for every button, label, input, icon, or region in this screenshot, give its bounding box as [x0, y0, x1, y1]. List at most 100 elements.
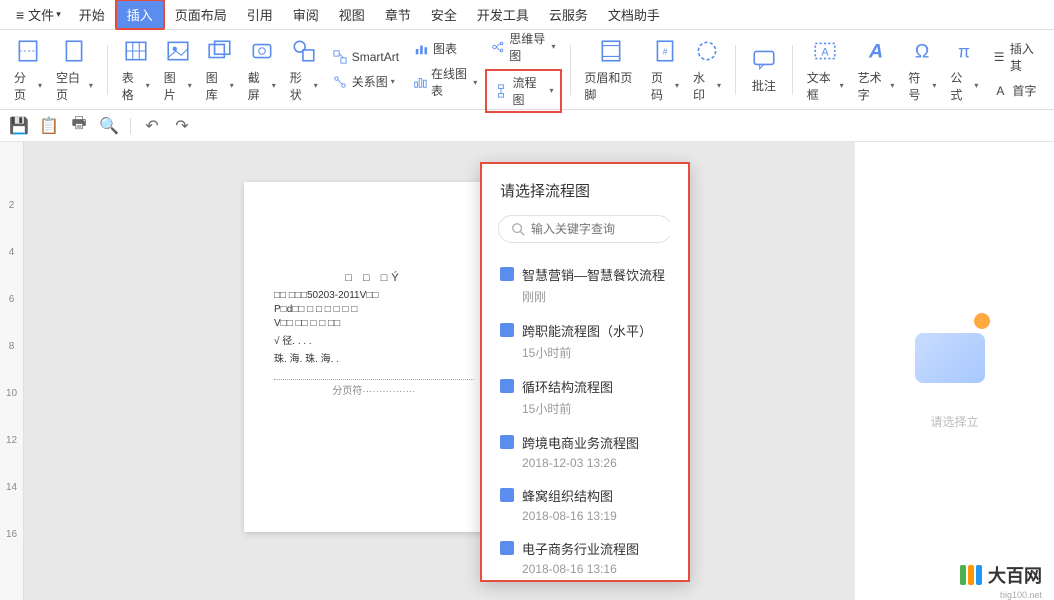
- flowchart-icon: [493, 83, 508, 99]
- header-footer-icon: [597, 37, 625, 65]
- gallery-icon: [206, 37, 234, 65]
- flowchart-item-icon: [500, 379, 514, 393]
- menu-view[interactable]: 视图: [329, 1, 375, 28]
- flowchart-search[interactable]: [498, 215, 672, 243]
- insert-other-icon: ☰: [992, 49, 1005, 65]
- ribbon-mindmap[interactable]: 思维导图: [485, 27, 561, 67]
- doc-line: 珠. 海. 珠. 海. .: [274, 350, 474, 365]
- textbox-icon: A: [811, 37, 839, 65]
- flowchart-item[interactable]: 蜂窝组织结构图2018-08-16 13:19: [482, 478, 688, 531]
- menu-references[interactable]: 引用: [237, 1, 283, 28]
- blank-page-icon: [60, 37, 88, 65]
- ribbon-page-number[interactable]: # 页码: [645, 33, 685, 107]
- doc-line: √ 径. . . .: [274, 332, 474, 347]
- qt-redo-icon[interactable]: ↷: [173, 117, 191, 135]
- flowchart-search-input[interactable]: [531, 222, 686, 236]
- svg-text:A: A: [868, 40, 883, 62]
- ribbon-chart[interactable]: 图表: [407, 37, 483, 60]
- flowchart-item[interactable]: 电子商务行业流程图2018-08-16 13:16: [482, 531, 688, 582]
- ribbon-gallery[interactable]: 图库: [200, 33, 240, 107]
- svg-text:Ω: Ω: [915, 40, 930, 62]
- ribbon-flowchart[interactable]: 流程图: [485, 69, 561, 113]
- ribbon-comment[interactable]: 批注: [744, 41, 784, 98]
- doc-title: □ □ □Ý: [274, 272, 474, 284]
- ribbon-table[interactable]: 表格: [116, 33, 156, 107]
- menu-devtools[interactable]: 开发工具: [467, 1, 539, 28]
- flowchart-panel: 请选择流程图 智慧营销—智慧餐饮流程刚刚 跨职能流程图（水平）15小时前 循环结…: [480, 162, 690, 582]
- menu-assistant[interactable]: 文档助手: [598, 1, 670, 28]
- picture-icon: [164, 37, 192, 65]
- right-panel-graphic: [915, 313, 995, 383]
- ribbon-watermark[interactable]: 水印: [687, 33, 727, 107]
- qt-paste-icon[interactable]: 📋: [40, 117, 58, 135]
- chart-icon: [413, 41, 429, 57]
- flowchart-item-icon: [500, 488, 514, 502]
- ribbon-drop-cap[interactable]: A首字: [986, 79, 1046, 102]
- ribbon-blank-page[interactable]: 空白页: [50, 33, 99, 107]
- document-page[interactable]: □ □ □Ý □□ □□□50203-2011V□□ P□d□□ □ □ □ □…: [244, 182, 504, 532]
- quick-toolbar: 💾 📋 🖶 🔍 ↶ ↷: [0, 110, 1054, 142]
- page-number-icon: #: [651, 37, 679, 65]
- flowchart-item-icon: [500, 435, 514, 449]
- svg-text:π: π: [958, 41, 970, 61]
- menu-chapter[interactable]: 章节: [375, 1, 421, 28]
- menu-review[interactable]: 审阅: [283, 1, 329, 28]
- menu-security[interactable]: 安全: [421, 1, 467, 28]
- search-icon: [511, 222, 525, 236]
- qt-preview-icon[interactable]: 🔍: [100, 117, 118, 135]
- comment-icon: [750, 45, 778, 73]
- ribbon-picture[interactable]: 图片: [158, 33, 198, 107]
- flowchart-item-icon: [500, 267, 514, 281]
- screenshot-icon: [248, 37, 276, 65]
- ribbon-paging[interactable]: 分页: [8, 33, 48, 107]
- table-icon: [122, 37, 150, 65]
- ribbon-formula[interactable]: π 公式: [944, 33, 984, 107]
- watermark-icon: [693, 37, 721, 65]
- menu-insert[interactable]: 插入: [115, 0, 165, 30]
- relation-icon: [332, 74, 348, 90]
- ribbon-screenshot[interactable]: 截屏: [242, 33, 282, 107]
- flowchart-item-icon: [500, 323, 514, 337]
- qt-print-icon[interactable]: 🖶: [70, 117, 88, 135]
- menu-bar: 文件 开始 插入 页面布局 引用 审阅 视图 章节 安全 开发工具 云服务 文档…: [0, 0, 1054, 30]
- doc-line: □□ □□□50203-2011V□□: [274, 290, 474, 301]
- menu-page-layout[interactable]: 页面布局: [165, 1, 237, 28]
- menu-start[interactable]: 开始: [69, 1, 115, 28]
- ribbon-header-footer[interactable]: 页眉和页脚: [578, 33, 643, 107]
- flowchart-item-icon: [500, 541, 514, 555]
- online-chart-icon: [413, 74, 427, 90]
- ribbon-smartart[interactable]: SmartArt: [326, 46, 405, 68]
- doc-line: P□d□□ □ □ □ □ □ □: [274, 304, 474, 315]
- ribbon-shapes[interactable]: 形状: [284, 33, 324, 107]
- formula-icon: π: [950, 37, 978, 65]
- doc-line: V□□ □□ □ □ □□: [274, 318, 474, 329]
- vertical-ruler: 24 68 1012 1416: [0, 142, 24, 600]
- ribbon-symbol[interactable]: Ω 符号: [902, 33, 942, 107]
- watermark-logo: 大百网 big100.net: [960, 562, 1042, 588]
- mindmap-icon: [491, 39, 505, 55]
- right-panel: 请选择立: [854, 142, 1054, 600]
- ribbon-insert-other[interactable]: ☰插入其: [986, 37, 1046, 77]
- flowchart-item[interactable]: 跨职能流程图（水平）15小时前: [482, 313, 688, 369]
- flowchart-item[interactable]: 智慧营销—智慧餐饮流程刚刚: [482, 257, 688, 313]
- ribbon-online-chart[interactable]: 在线图表: [407, 62, 483, 102]
- qt-save-icon[interactable]: 💾: [10, 117, 28, 135]
- ribbon: 分页 空白页 表格 图片 图库 截屏 形状 SmartArt 关系图 图表 在线…: [0, 30, 1054, 110]
- flowchart-item[interactable]: 跨境电商业务流程图2018-12-03 13:26: [482, 425, 688, 478]
- ribbon-textbox[interactable]: A 文本框: [801, 33, 850, 107]
- svg-text:#: #: [663, 46, 668, 56]
- qt-undo-icon[interactable]: ↶: [143, 117, 161, 135]
- right-panel-hint: 请选择立: [930, 413, 978, 430]
- drop-cap-icon: A: [992, 83, 1008, 99]
- symbol-icon: Ω: [908, 37, 936, 65]
- flowchart-item[interactable]: 循环结构流程图15小时前: [482, 369, 688, 425]
- ribbon-wordart[interactable]: A 艺术字: [852, 33, 901, 107]
- ribbon-relation[interactable]: 关系图: [326, 70, 405, 93]
- menu-cloud[interactable]: 云服务: [539, 1, 598, 28]
- page-break: 分页符················: [274, 379, 474, 397]
- svg-text:A: A: [822, 46, 830, 58]
- wordart-icon: A: [862, 37, 890, 65]
- flowchart-panel-title: 请选择流程图: [482, 176, 688, 215]
- paging-icon: [14, 37, 42, 65]
- menu-file[interactable]: 文件: [8, 1, 69, 28]
